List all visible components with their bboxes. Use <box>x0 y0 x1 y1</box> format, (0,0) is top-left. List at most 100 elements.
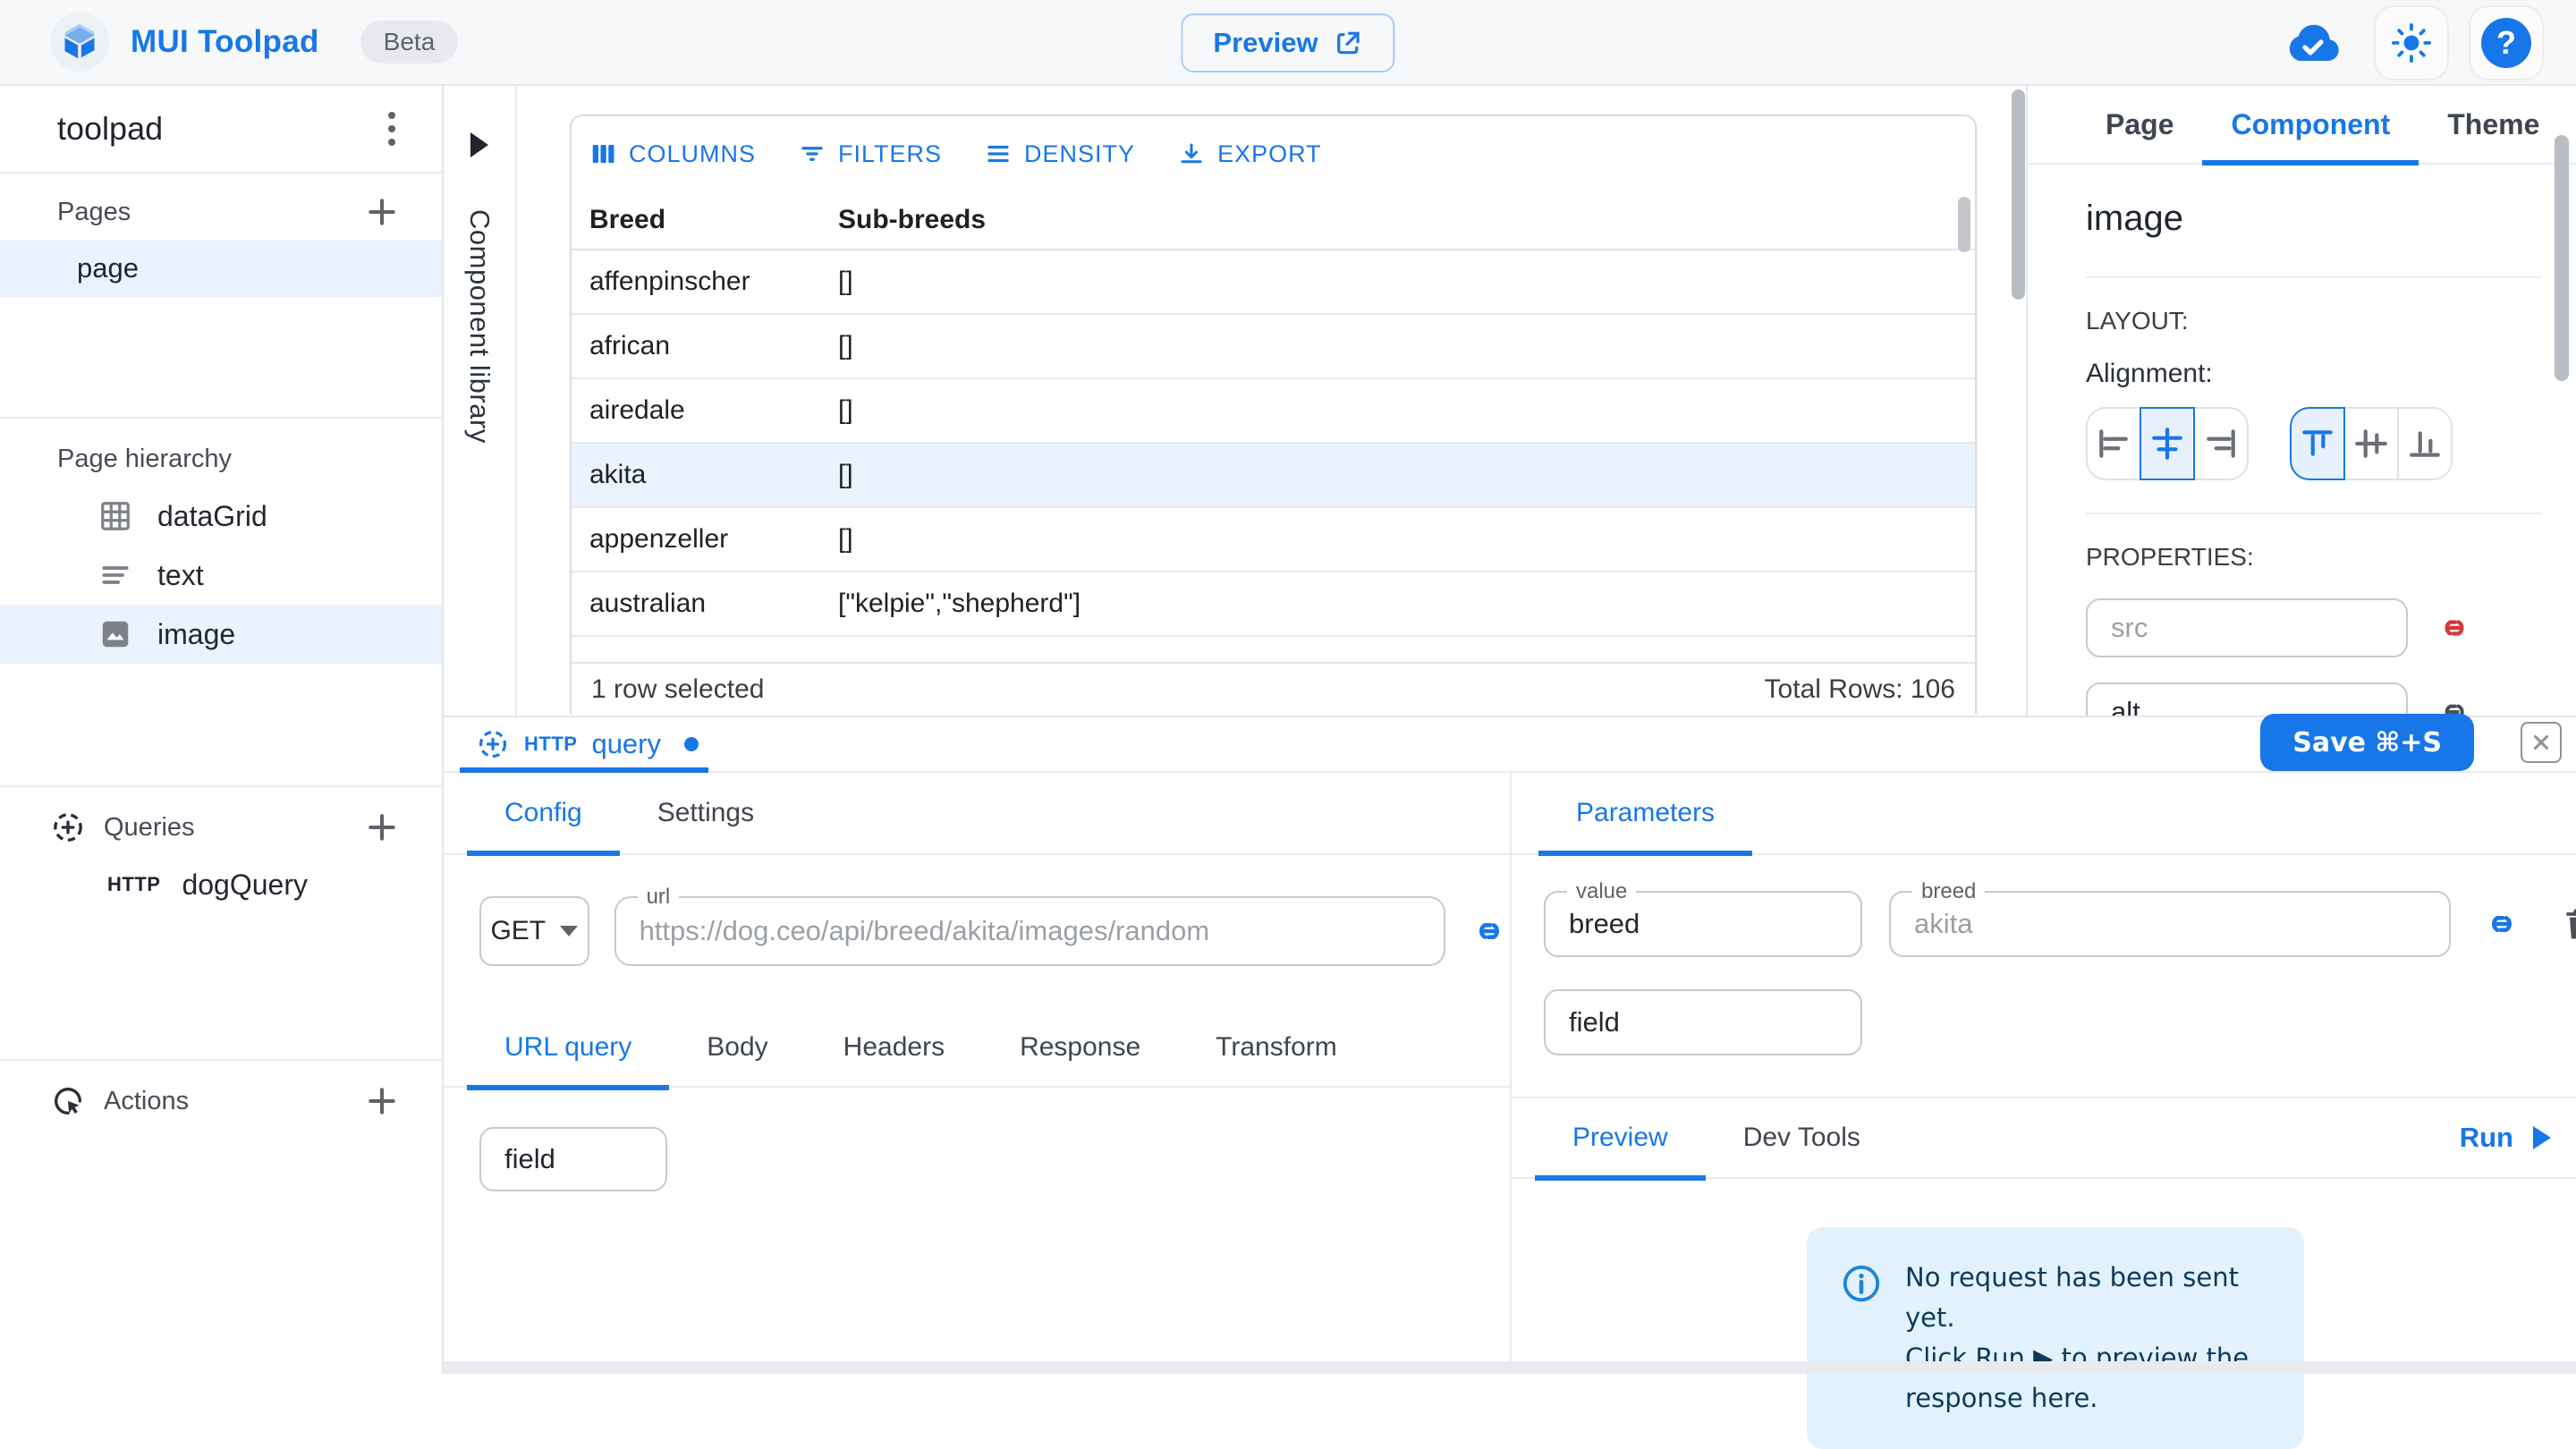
tab-page[interactable]: Page <box>2077 85 2202 164</box>
inspector-scrollbar[interactable] <box>2555 135 2569 381</box>
data-grid-icon <box>98 499 132 533</box>
layout-section-label: LAYOUT: <box>2086 307 2576 335</box>
query-icon <box>476 727 510 761</box>
info-icon <box>1841 1263 1882 1419</box>
filter-icon <box>799 140 826 167</box>
align-left-button[interactable] <box>2086 407 2141 480</box>
grid-row[interactable]: appenzeller [] <box>572 508 1975 572</box>
canvas-scrollbar[interactable] <box>2012 89 2025 716</box>
src-input[interactable]: src <box>2086 598 2408 657</box>
mui-toolpad-logo-icon <box>50 13 109 72</box>
actions-icon <box>50 1083 86 1119</box>
add-page-button[interactable] <box>365 195 399 229</box>
cell-sub-breeds: [] <box>838 267 1975 297</box>
align-center-horizontal-button[interactable] <box>2140 407 2195 480</box>
add-query-button[interactable] <box>365 810 399 844</box>
http-badge: HTTP <box>107 873 160 896</box>
grid-filters-button[interactable]: FILTERS <box>799 140 942 168</box>
hierarchy-item-label: dataGrid <box>157 500 267 533</box>
save-button[interactable]: Save ⌘+S <box>2260 714 2474 771</box>
cell-sub-breeds: ["kelpie","shepherd"] <box>838 589 1975 619</box>
add-action-button[interactable] <box>365 1084 399 1118</box>
tab-headers[interactable]: Headers <box>806 1006 982 1089</box>
page-canvas: COLUMNS FILTERS DENSITY EXPORT <box>517 86 2011 716</box>
grid-columns-button[interactable]: COLUMNS <box>589 140 756 168</box>
sun-icon <box>2391 22 2432 64</box>
run-button-label: Run <box>2460 1122 2513 1154</box>
expand-component-library-icon[interactable] <box>470 132 488 157</box>
download-icon <box>1178 140 1205 167</box>
tab-settings[interactable]: Settings <box>620 772 792 854</box>
http-method-select[interactable]: GET <box>479 896 589 966</box>
component-library-label[interactable]: Component library <box>463 209 496 444</box>
query-item-dogquery[interactable]: HTTP dogQuery <box>0 855 442 914</box>
param-new-value: field <box>1569 1006 1620 1038</box>
pages-section-label: Pages <box>57 198 131 227</box>
tab-url-query[interactable]: URL query <box>467 1006 669 1089</box>
src-binding-link-icon[interactable] <box>2435 608 2474 648</box>
tab-body[interactable]: Body <box>669 1006 805 1089</box>
query-editor-tab[interactable]: HTTP query <box>444 727 699 761</box>
cell-breed: australian <box>572 589 838 619</box>
queries-section-label: Queries <box>104 813 195 843</box>
hierarchy-item-text[interactable]: text <box>0 546 442 605</box>
grid-row-selected[interactable]: akita [] <box>572 444 1975 508</box>
param-name-label: value <box>1567 879 1636 904</box>
column-header-sub-breeds[interactable]: Sub-breeds <box>838 205 1975 235</box>
grid-header-row[interactable]: Breed Sub-breeds <box>572 191 1975 250</box>
tab-response[interactable]: Response <box>982 1006 1178 1089</box>
datagrid-component[interactable]: COLUMNS FILTERS DENSITY EXPORT <box>570 114 1977 714</box>
tab-config[interactable]: Config <box>467 772 620 854</box>
app-title: MUI Toolpad <box>131 24 319 60</box>
tab-parameters[interactable]: Parameters <box>1538 772 1752 854</box>
cell-breed: affenpinscher <box>572 267 838 297</box>
info-line-1: No request has been sent yet. <box>1905 1258 2270 1338</box>
url-binding-link-icon[interactable] <box>1469 911 1510 952</box>
cloud-synced-icon <box>2281 21 2342 64</box>
grid-row[interactable]: australian ["kelpie","shepherd"] <box>572 572 1975 637</box>
help-button[interactable]: ? <box>2469 5 2544 80</box>
param-binding-link-icon[interactable] <box>2481 903 2522 945</box>
align-bottom-button[interactable] <box>2397 407 2453 480</box>
tab-transform[interactable]: Transform <box>1178 1006 1375 1089</box>
tab-component[interactable]: Component <box>2202 85 2419 164</box>
grid-scrollbar[interactable] <box>1958 197 1970 252</box>
cell-breed: airedale <box>572 395 838 426</box>
align-right-button[interactable] <box>2193 407 2249 480</box>
tab-dev-tools[interactable]: Dev Tools <box>1706 1097 1898 1179</box>
column-header-breed[interactable]: Breed <box>572 205 838 235</box>
grid-row[interactable]: airedale [] <box>572 379 1975 444</box>
tab-preview[interactable]: Preview <box>1535 1097 1706 1179</box>
no-request-info-alert: No request has been sent yet. Click Run … <box>1807 1227 2304 1449</box>
run-button[interactable]: Run <box>2460 1122 2551 1154</box>
grid-row[interactable]: african [] <box>572 315 1975 379</box>
project-menu-button[interactable] <box>381 105 402 153</box>
grid-density-button[interactable]: DENSITY <box>985 140 1135 168</box>
horizontal-scrollbar-track[interactable] <box>444 1361 2576 1374</box>
preview-button[interactable]: Preview <box>1181 13 1394 72</box>
param-value-input[interactable]: breed akita <box>1889 891 2451 957</box>
toolbar-button-label: FILTERS <box>838 140 942 168</box>
delete-param-button[interactable] <box>2560 904 2576 944</box>
columns-icon <box>589 140 616 167</box>
close-query-editor-button[interactable] <box>2521 722 2562 763</box>
align-top-button[interactable] <box>2290 407 2345 480</box>
grid-export-button[interactable]: EXPORT <box>1178 140 1322 168</box>
url-input[interactable]: url https://dog.ceo/api/breed/akita/imag… <box>614 896 1445 966</box>
properties-section-label: PROPERTIES: <box>2086 543 2576 572</box>
inspector-panel: Page Component Theme image LAYOUT: Align… <box>2026 86 2576 716</box>
url-query-field-input[interactable]: field <box>479 1127 667 1191</box>
tab-theme[interactable]: Theme <box>2419 85 2568 164</box>
sidebar-item-page[interactable]: page <box>0 240 442 297</box>
theme-toggle-button[interactable] <box>2374 5 2449 80</box>
unsaved-indicator <box>684 737 699 751</box>
query-item-label: dogQuery <box>182 869 308 902</box>
app-header: MUI Toolpad Beta Preview ? <box>0 0 2576 86</box>
align-center-vertical-icon <box>2353 426 2389 462</box>
grid-row[interactable]: affenpinscher [] <box>572 250 1975 315</box>
param-name-input[interactable]: value breed <box>1544 891 1862 957</box>
hierarchy-item-image[interactable]: image <box>0 605 442 664</box>
hierarchy-item-datagrid[interactable]: dataGrid <box>0 487 442 546</box>
align-center-vertical-button[interactable] <box>2343 407 2399 480</box>
param-new-input[interactable]: field <box>1544 989 1862 1055</box>
